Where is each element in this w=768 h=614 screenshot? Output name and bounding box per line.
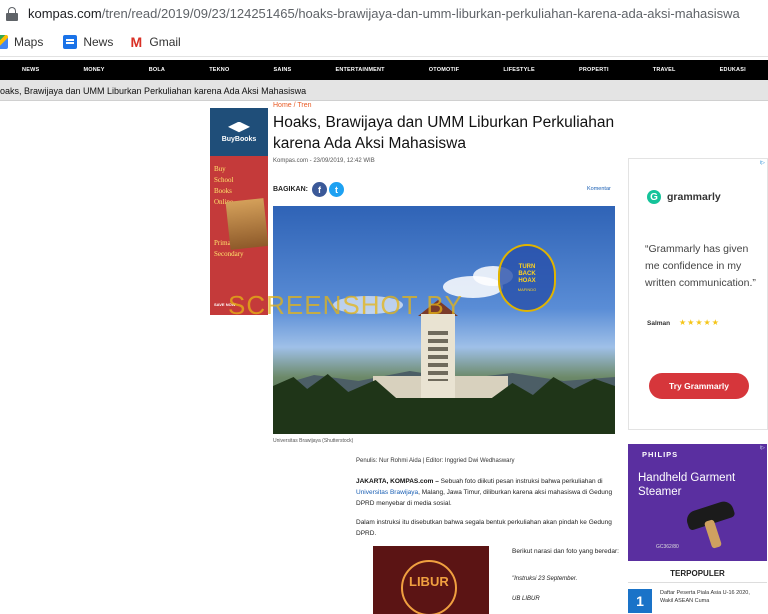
buybooks-header: BuyBooks <box>210 108 268 156</box>
try-grammarly-button[interactable]: Try Grammarly <box>649 373 749 399</box>
nav-item-sains[interactable]: SAINS <box>274 67 292 73</box>
nav-item-entertainment[interactable]: ENTERTAINMENT <box>335 67 384 73</box>
nav-item-properti[interactable]: PROPERTI <box>579 67 609 73</box>
twitter-icon[interactable]: t <box>329 182 344 197</box>
quote-text: UB LIBUR <box>512 596 540 602</box>
philips-title: Handheld Garment Steamer <box>638 472 736 498</box>
sticky-title-bar: oaks, Brawijaya dan UMM Liburkan Perkuli… <box>0 80 768 101</box>
nav-item-bola[interactable]: BOLA <box>149 67 165 73</box>
url-path: /tren/read/2019/09/23/124251465/hoaks-br… <box>101 6 740 21</box>
article-meta: Kompas.com - 23/09/2019, 12:42 WIB <box>273 158 375 164</box>
adchoices-icon[interactable]: i▷ <box>760 445 765 451</box>
bookmark-label: News <box>83 34 114 49</box>
facebook-icon[interactable]: f <box>312 182 327 197</box>
grammarly-logo-icon: G <box>647 190 661 204</box>
photo-caption: Universitas Brawijaya (Shutterstock) <box>273 438 354 444</box>
comment-link[interactable]: Komentar <box>587 186 611 192</box>
breadcrumb[interactable]: Home / Tren <box>273 102 312 109</box>
article-title: Hoaks, Brawijaya dan UMM Liburkan Perkul… <box>273 114 615 152</box>
buybooks-brand: BuyBooks <box>221 135 257 143</box>
nav-item-money[interactable]: MONEY <box>83 67 104 73</box>
book-image <box>225 198 268 250</box>
grammarly-quote: “Grammarly has given me confidence in my… <box>645 243 756 289</box>
article-paragraph: JAKARTA, KOMPAS.com – Sebuah foto diikut… <box>356 478 613 507</box>
rank-number: 1 <box>628 589 652 613</box>
url-domain: kompas.com <box>28 6 102 21</box>
nav-item-edukasi[interactable]: EDUKASI <box>720 67 746 73</box>
bookmarks-bar: Maps News M Gmail <box>0 27 768 57</box>
bookmark-gmail[interactable]: M Gmail <box>129 33 181 50</box>
philips-logo: PHILIPS <box>642 450 679 459</box>
philips-model: GC362/80 <box>656 544 679 550</box>
site-nav: NEWS MONEY BOLA TEKNO SAINS ENTERTAINMEN… <box>0 60 768 80</box>
maps-icon <box>0 34 8 49</box>
graduation-cap-icon <box>228 121 250 133</box>
nav-item-otomotif[interactable]: OTOMOTIF <box>429 67 460 73</box>
screenshot-watermark: SCREENSHOT BY <box>228 290 464 320</box>
turn-back-hoax-stamp: TURN BACK HOAX MAFINDO <box>498 244 556 312</box>
universitas-brawijaya-link[interactable]: Universitas Brawijaya <box>356 489 418 496</box>
lock-icon <box>6 6 18 21</box>
nav-item-tekno[interactable]: TEKNO <box>209 67 229 73</box>
adchoices-icon[interactable]: i▷ <box>760 160 765 166</box>
nav-item-news[interactable]: NEWS <box>22 67 39 73</box>
address-bar[interactable]: kompas.com/tren/read/2019/09/23/12425146… <box>0 0 768 27</box>
url-text[interactable]: kompas.com/tren/read/2019/09/23/12425146… <box>28 6 740 21</box>
article-paragraph: Dalam instruksi itu disebutkan bahwa seg… <box>356 519 612 537</box>
philips-ad[interactable]: i▷ PHILIPS Handheld Garment Steamer GC36… <box>628 444 767 561</box>
share-bar: BAGIKAN: f t <box>273 182 346 197</box>
bookmark-label: Gmail <box>149 34 181 49</box>
grammarly-brand: grammarly <box>667 191 721 203</box>
quote-text: Berikut narasi dan foto yang beredar: <box>512 548 619 555</box>
grammarly-user: Salman <box>647 320 671 327</box>
bookmark-news[interactable]: News <box>63 34 114 49</box>
quote-text: "Instruksi 23 September. <box>512 576 578 582</box>
buybooks-ad[interactable]: BuyBooks Buy School Books Online Primary… <box>210 108 268 315</box>
byline: Penulis: Nur Rohmi Aida | Editor: Inggri… <box>356 458 515 464</box>
grammarly-ad[interactable]: i▷ G grammarly “Grammarly has given me c… <box>628 158 768 430</box>
bookmark-maps[interactable]: Maps <box>0 34 44 49</box>
list-item-title[interactable]: Daftar Peserta Piala Asia U-16 2020, Wak… <box>660 589 760 613</box>
bookmark-label: Maps <box>14 34 44 49</box>
steamer-handle <box>703 519 723 549</box>
terpopuler-heading: TERPOPULER <box>628 569 767 583</box>
share-label: BAGIKAN: <box>273 186 308 193</box>
rating-stars: ★★★★★ <box>679 318 720 327</box>
terpopuler-section: TERPOPULER 1 Daftar Peserta Piala Asia U… <box>628 569 767 613</box>
inset-image: LIBUR <box>373 546 489 614</box>
nav-item-travel[interactable]: TRAVEL <box>653 67 676 73</box>
news-icon <box>63 34 78 49</box>
list-item[interactable]: 1 Daftar Peserta Piala Asia U-16 2020, W… <box>628 589 767 613</box>
gmail-icon: M <box>130 33 143 50</box>
nav-item-lifestyle[interactable]: LIFESTYLE <box>503 67 534 73</box>
